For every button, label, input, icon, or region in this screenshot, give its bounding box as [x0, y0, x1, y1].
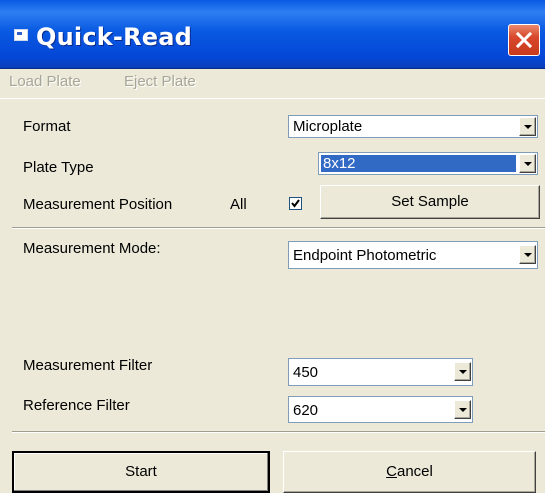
format-select[interactable]: Microplate: [288, 115, 538, 138]
chevron-down-icon[interactable]: [519, 245, 536, 264]
window-title: Quick-Read: [36, 23, 192, 51]
reference-filter-value: 620: [293, 402, 319, 419]
format-label: Format: [23, 118, 71, 135]
start-label: Start: [125, 463, 157, 480]
measurement-position-label: Measurement Position: [23, 196, 173, 213]
reference-filter-label: Reference Filter: [23, 397, 130, 414]
measurement-filter-select[interactable]: 450: [288, 358, 473, 386]
chevron-down-icon[interactable]: [454, 400, 471, 419]
format-value: Microplate: [293, 118, 363, 135]
plate-type-value: 8x12: [321, 155, 516, 172]
divider: [12, 431, 545, 433]
menu-item-eject-plate[interactable]: Eject Plate: [124, 73, 196, 90]
measurement-mode-select[interactable]: Endpoint Photometric: [288, 241, 538, 269]
start-button[interactable]: Start: [12, 451, 270, 493]
chevron-down-icon[interactable]: [454, 362, 471, 381]
cancel-button[interactable]: Cancel: [283, 451, 536, 493]
set-sample-button[interactable]: Set Sample: [320, 185, 540, 219]
title-bar[interactable]: Quick-Read: [0, 0, 545, 69]
measurement-filter-label: Measurement Filter: [23, 357, 153, 374]
plate-type-select[interactable]: 8x12: [318, 152, 538, 175]
plate-type-label: Plate Type: [23, 159, 94, 176]
close-icon: [515, 31, 533, 49]
cancel-label: Cancel: [386, 463, 433, 480]
menu-item-load-plate[interactable]: Load Plate: [9, 73, 81, 90]
reference-filter-select[interactable]: 620: [288, 396, 473, 423]
divider: [12, 227, 545, 229]
close-button[interactable]: [508, 24, 540, 56]
measurement-mode-label: Measurement Mode:: [23, 240, 161, 257]
all-label: All: [230, 196, 247, 213]
checkmark-icon: [291, 199, 300, 208]
menu-bar: Load Plate Eject Plate: [0, 68, 545, 99]
chevron-down-icon[interactable]: [519, 154, 536, 173]
measurement-mode-value: Endpoint Photometric: [293, 247, 437, 264]
all-checkbox[interactable]: [289, 197, 302, 210]
measurement-filter-value: 450: [293, 364, 319, 381]
window-icon: [14, 29, 28, 41]
chevron-down-icon[interactable]: [519, 117, 536, 136]
set-sample-label: Set Sample: [391, 193, 469, 210]
